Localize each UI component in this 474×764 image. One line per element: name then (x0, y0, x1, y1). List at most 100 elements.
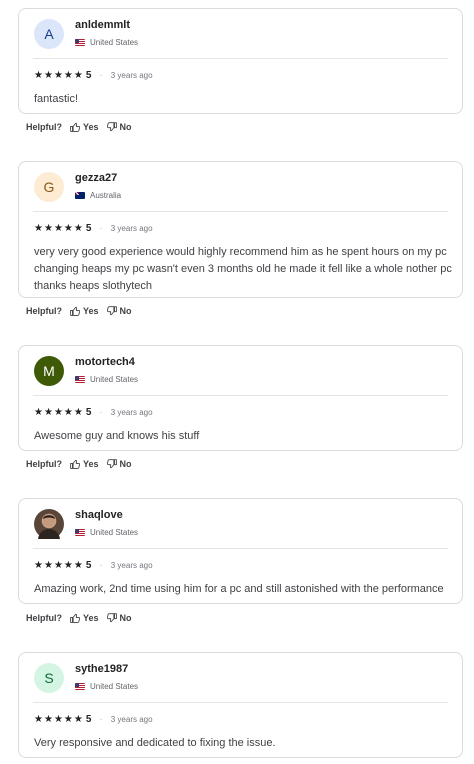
avatar[interactable]: M (34, 356, 64, 386)
avatar-photo-icon (38, 515, 60, 539)
au-flag-icon (75, 192, 85, 199)
helpful-no-button[interactable]: No (106, 306, 132, 316)
reviewer-country: United States (75, 375, 138, 384)
reviewer-country: United States (75, 528, 138, 537)
separator-dot: · (99, 560, 103, 571)
review-date: 3 years ago (110, 71, 153, 80)
thumbs-up-icon (70, 306, 80, 316)
us-flag-icon (75, 39, 85, 46)
separator-dot: · (99, 407, 103, 418)
thumbs-down-icon (106, 306, 117, 316)
review-card: G gezza27 Australia ★ ★ ★ ★ ★ 5 · 3 year… (18, 161, 463, 298)
divider (33, 702, 448, 703)
rating-score: 5 (85, 714, 92, 725)
review-date: 3 years ago (110, 224, 153, 233)
username[interactable]: shaqlove (75, 509, 123, 521)
rating-row: ★ ★ ★ ★ ★ 5 · 3 years ago (34, 70, 153, 81)
avatar-letter: M (43, 363, 55, 379)
avatar[interactable]: A (34, 19, 64, 49)
username[interactable]: gezza27 (75, 172, 117, 184)
helpful-yes-button[interactable]: Yes (70, 306, 99, 316)
us-flag-icon (75, 376, 85, 383)
helpful-no-label: No (119, 459, 132, 469)
separator-dot: · (99, 223, 103, 234)
thumbs-up-icon (70, 459, 80, 469)
star-icon: ★ (73, 559, 83, 571)
rating-row: ★ ★ ★ ★ ★ 5 · 3 years ago (34, 714, 153, 725)
helpful-no-button[interactable]: No (106, 459, 132, 469)
helpful-yes-button[interactable]: Yes (70, 459, 99, 469)
star-icon: ★ (34, 559, 43, 571)
review-card: A anldemmlt United States ★ ★ ★ ★ ★ 5 · … (18, 8, 463, 114)
star-rating: ★ ★ ★ ★ ★ (34, 559, 83, 571)
username[interactable]: anldemmlt (75, 19, 130, 31)
helpful-label: Helpful? (26, 613, 62, 623)
review-text: very very good experience would highly r… (34, 246, 452, 292)
star-icon: ★ (34, 713, 43, 725)
review-card: S sythe1987 United States ★ ★ ★ ★ ★ 5 · … (18, 652, 463, 758)
star-icon: ★ (73, 713, 83, 725)
star-icon: ★ (34, 222, 43, 234)
star-icon: ★ (53, 406, 63, 418)
thumbs-up-icon (70, 613, 80, 623)
star-icon: ★ (63, 69, 73, 81)
country-name: Australia (90, 191, 122, 200)
star-rating: ★ ★ ★ ★ ★ (34, 222, 83, 234)
star-icon: ★ (63, 559, 73, 571)
avatar[interactable]: S (34, 663, 64, 693)
star-rating: ★ ★ ★ ★ ★ (34, 406, 83, 418)
separator-dot: · (99, 714, 103, 725)
helpful-no-button[interactable]: No (106, 613, 132, 623)
helpful-yes-button[interactable]: Yes (70, 613, 99, 623)
divider (33, 395, 448, 396)
username[interactable]: sythe1987 (75, 663, 128, 675)
star-icon: ★ (43, 69, 53, 81)
reviewer-country: United States (75, 38, 138, 47)
helpful-row: Helpful? Yes No (26, 122, 140, 132)
star-icon: ★ (73, 69, 83, 81)
rating-row: ★ ★ ★ ★ ★ 5 · 3 years ago (34, 223, 153, 234)
helpful-no-button[interactable]: No (106, 122, 132, 132)
review-text: Very responsive and dedicated to fixing … (34, 737, 276, 749)
country-name: United States (90, 528, 139, 537)
rating-row: ★ ★ ★ ★ ★ 5 · 3 years ago (34, 560, 153, 571)
helpful-label: Helpful? (26, 459, 62, 469)
rating-score: 5 (85, 70, 92, 81)
rating-score: 5 (85, 560, 92, 571)
helpful-no-label: No (119, 306, 132, 316)
star-icon: ★ (53, 222, 63, 234)
divider (33, 58, 448, 59)
avatar-letter: A (44, 26, 54, 42)
rating-score: 5 (85, 407, 92, 418)
thumbs-down-icon (106, 613, 117, 623)
rating-score: 5 (85, 223, 92, 234)
helpful-no-label: No (119, 613, 132, 623)
helpful-label: Helpful? (26, 122, 62, 132)
star-icon: ★ (63, 406, 73, 418)
review-text: Amazing work, 2nd time using him for a p… (34, 583, 444, 595)
separator-dot: · (99, 70, 103, 81)
helpful-label: Helpful? (26, 306, 62, 316)
divider (33, 211, 448, 212)
review-date: 3 years ago (110, 715, 153, 724)
username[interactable]: motortech4 (75, 356, 135, 368)
avatar[interactable] (34, 509, 64, 539)
star-rating: ★ ★ ★ ★ ★ (34, 69, 83, 81)
reviewer-country: Australia (75, 191, 121, 200)
review-date: 3 years ago (110, 408, 153, 417)
review-card: shaqlove United States ★ ★ ★ ★ ★ 5 · 3 y… (18, 498, 463, 604)
star-icon: ★ (63, 222, 73, 234)
helpful-row: Helpful? Yes No (26, 613, 140, 623)
avatar[interactable]: G (34, 172, 64, 202)
helpful-row: Helpful? Yes No (26, 459, 140, 469)
star-icon: ★ (63, 713, 73, 725)
star-icon: ★ (43, 222, 53, 234)
star-icon: ★ (73, 406, 83, 418)
helpful-yes-button[interactable]: Yes (70, 122, 99, 132)
helpful-yes-label: Yes (83, 122, 99, 132)
us-flag-icon (75, 529, 85, 536)
star-icon: ★ (34, 69, 43, 81)
divider (33, 548, 448, 549)
star-icon: ★ (73, 222, 83, 234)
star-icon: ★ (53, 69, 63, 81)
